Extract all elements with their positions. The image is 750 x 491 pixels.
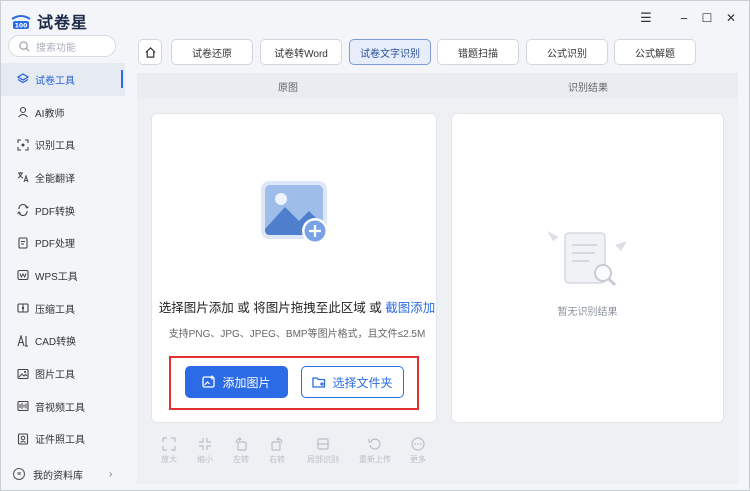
folder-add-icon <box>312 377 326 388</box>
column-header-bar <box>137 73 738 99</box>
rotate-right-icon <box>269 436 285 452</box>
add-image-label: 添加图片 <box>222 375 271 390</box>
sidebar-item-exam-tools[interactable]: 试卷工具 <box>1 63 125 96</box>
tab-paper-text-recognition[interactable]: 试卷文字识别 <box>349 39 431 65</box>
maximize-icon[interactable]: ☐ <box>699 10 715 26</box>
sidebar-item-label: 全能翻译 <box>35 173 75 185</box>
sidebar-item-id-photo-tools[interactable]: 证件照工具 <box>1 423 125 456</box>
chevron-right-icon: › <box>109 468 113 480</box>
zoom-in-icon <box>161 436 177 452</box>
pdf-doc-icon <box>17 237 29 249</box>
partial-recognize-icon <box>315 436 331 452</box>
id-photo-icon <box>17 433 29 445</box>
zoom-out-icon <box>197 436 213 452</box>
my-library-button[interactable]: ≡ 我的资料库 › <box>1 463 125 485</box>
app-name: 试卷星 <box>37 15 89 32</box>
column-result-label: 识别结果 <box>568 83 608 94</box>
tab-paper-restore[interactable]: 试卷还原 <box>171 39 253 65</box>
zoom-in-button[interactable]: 放大 <box>151 436 187 465</box>
cad-icon <box>17 334 29 347</box>
sidebar-item-label: 证件照工具 <box>35 435 85 447</box>
sidebar-item-recognition-tools[interactable]: 识别工具 <box>1 128 125 161</box>
translate-icon <box>17 171 29 183</box>
sidebar-item-pdf-process[interactable]: PDF处理 <box>1 226 125 259</box>
supported-formats-text: 支持PNG、JPG、JPEG、BMP等图片格式，且文件≤2.5M <box>168 329 426 340</box>
sidebar-item-cad-convert[interactable]: CAD转换 <box>1 325 125 358</box>
sidebar-item-compress-tools[interactable]: 压缩工具 <box>1 292 125 325</box>
sidebar-item-translation[interactable]: 全能翻译 <box>1 161 125 194</box>
choose-folder-label: 选择文件夹 <box>332 375 393 390</box>
more-label: 更多 <box>410 455 426 464</box>
upload-prompt: 选择图片添加 或 将图片拖拽至此区域 或 截图添加 <box>157 297 437 316</box>
compress-icon <box>17 302 29 314</box>
search-input[interactable]: 搜索功能 <box>8 35 116 57</box>
media-icon <box>17 400 29 412</box>
zoom-out-label: 缩小 <box>197 455 213 464</box>
partial-recognize-label: 局部识别 <box>307 455 339 464</box>
rotate-left-label: 左转 <box>233 455 249 464</box>
minimize-icon[interactable]: − <box>676 10 692 26</box>
image-icon <box>17 368 29 380</box>
sidebar-item-label: 试卷工具 <box>35 75 75 87</box>
search-icon <box>19 40 30 52</box>
home-button[interactable] <box>138 39 162 65</box>
sidebar-item-ai-teacher[interactable]: AI教师 <box>1 96 125 129</box>
library-label: 我的资料库 <box>33 470 83 482</box>
add-image-button[interactable]: 添加图片 <box>185 366 288 398</box>
tab-formula-recognition[interactable]: 公式识别 <box>526 39 608 65</box>
more-icon <box>410 436 426 452</box>
zoom-in-label: 放大 <box>161 455 177 464</box>
rotate-right-button[interactable]: 右转 <box>259 436 295 465</box>
wps-icon <box>17 269 29 281</box>
tab-formula-solve[interactable]: 公式解题 <box>614 39 696 65</box>
search-placeholder: 搜索功能 <box>36 42 76 54</box>
add-image-icon <box>202 375 216 388</box>
rotate-left-icon <box>233 436 249 452</box>
sidebar-item-image-tools[interactable]: 图片工具 <box>1 357 125 390</box>
upload-prompt-text: 选择图片添加 或 将图片拖拽至此区域 或 <box>158 301 386 315</box>
library-icon: ≡ <box>13 468 25 480</box>
sidebar-nav: 试卷工具 AI教师 识别工具 全能翻译 PDF转换 PDF处理 WPS工具 压缩… <box>1 63 125 455</box>
user-icon <box>17 106 29 118</box>
empty-result-icon <box>545 223 629 293</box>
sidebar-item-media-tools[interactable]: 音视频工具 <box>1 390 125 423</box>
scan-icon <box>17 139 29 151</box>
sidebar-item-label: 图片工具 <box>35 370 75 382</box>
choose-folder-button[interactable]: 选择文件夹 <box>301 366 404 398</box>
home-icon <box>144 46 156 58</box>
reupload-label: 重新上传 <box>359 455 391 464</box>
menu-icon[interactable]: ☰ <box>638 10 654 26</box>
rotate-left-button[interactable]: 左转 <box>223 436 259 465</box>
upload-image-icon <box>259 179 331 247</box>
tab-wrong-question-scan[interactable]: 错题扫描 <box>437 39 519 65</box>
empty-result-text: 暂无识别结果 <box>557 307 618 318</box>
close-icon[interactable]: ✕ <box>723 10 739 26</box>
sidebar-item-label: CAD转换 <box>35 337 77 349</box>
rotate-right-label: 右转 <box>269 455 285 464</box>
sidebar: 100 试卷星 搜索功能 试卷工具 AI教师 识别工具 全能翻译 PDF转换 P… <box>1 1 125 490</box>
reupload-button[interactable]: 重新上传 <box>355 436 395 465</box>
layers-icon <box>17 73 29 85</box>
logo-badge-text: 100 <box>15 23 28 30</box>
screenshot-add-link[interactable]: 截图添加 <box>385 301 435 315</box>
sidebar-item-label: PDF处理 <box>35 239 75 251</box>
sidebar-item-label: 压缩工具 <box>35 304 75 316</box>
reupload-icon <box>367 436 383 452</box>
app-logo: 100 试卷星 <box>11 9 88 33</box>
convert-icon <box>17 204 29 217</box>
sidebar-item-label: PDF转换 <box>35 206 75 218</box>
sidebar-item-pdf-convert[interactable]: PDF转换 <box>1 194 125 227</box>
partial-recognize-button[interactable]: 局部识别 <box>303 436 343 465</box>
app-window: 100 试卷星 搜索功能 试卷工具 AI教师 识别工具 全能翻译 PDF转换 P… <box>0 0 750 491</box>
sidebar-item-label: 音视频工具 <box>35 402 85 414</box>
column-original-label: 原图 <box>278 83 298 94</box>
tab-paper-to-word[interactable]: 试卷转Word <box>260 39 342 65</box>
sidebar-item-label: 识别工具 <box>35 141 75 153</box>
logo-icon: 100 <box>11 12 31 30</box>
sidebar-item-label: AI教师 <box>35 108 65 120</box>
sidebar-item-wps-tools[interactable]: WPS工具 <box>1 259 125 292</box>
sidebar-item-label: WPS工具 <box>35 271 78 283</box>
more-button[interactable]: 更多 <box>400 436 436 465</box>
zoom-out-button[interactable]: 缩小 <box>187 436 223 465</box>
